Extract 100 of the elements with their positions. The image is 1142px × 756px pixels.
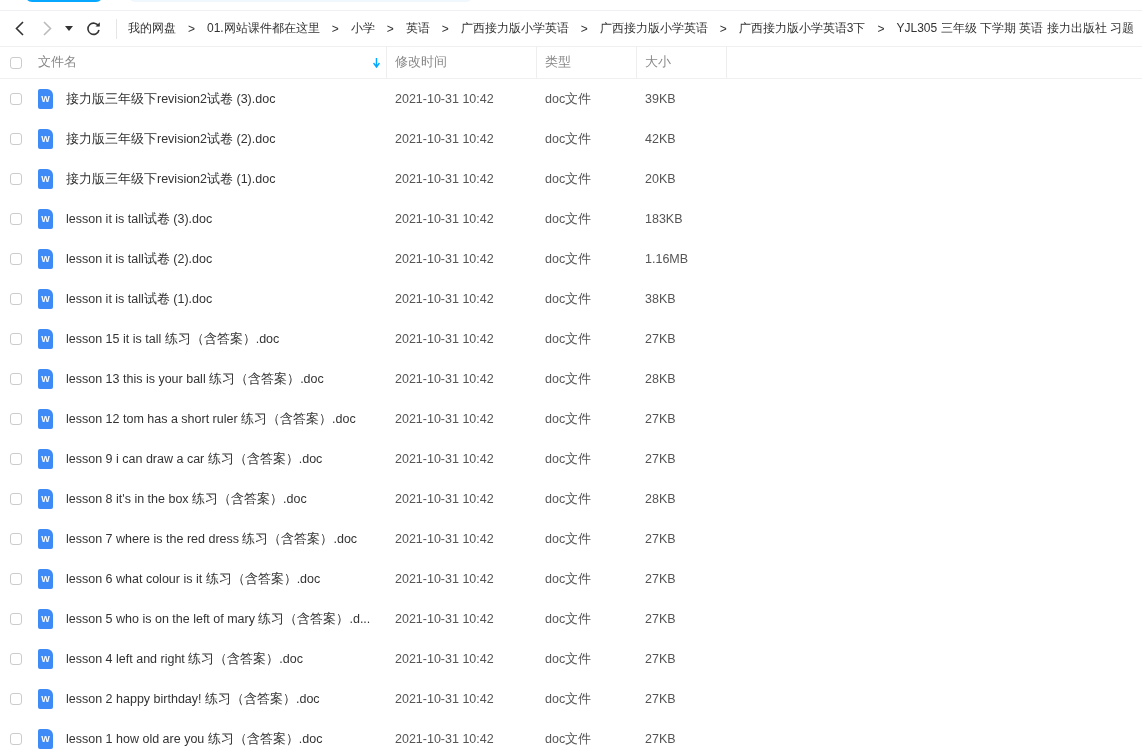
breadcrumb-link[interactable]: 广西接力版小学英语3下	[737, 20, 867, 37]
file-name[interactable]: lesson it is tall试卷 (3).doc	[66, 210, 213, 228]
row-checkbox[interactable]	[10, 573, 22, 585]
file-type: doc文件	[544, 330, 593, 348]
breadcrumb-separator: >	[580, 21, 588, 36]
row-checkbox[interactable]	[10, 373, 22, 385]
modified-time: 2021-10-31 10:42	[394, 412, 495, 426]
word-document-icon: W	[38, 529, 53, 549]
caret-icon	[65, 26, 73, 31]
column-header[interactable]: 修改时间	[387, 47, 537, 78]
breadcrumb-link[interactable]: 01.网站课件都在这里	[206, 20, 321, 37]
word-document-icon: W	[38, 609, 53, 629]
breadcrumb-link[interactable]: 我的网盘	[127, 20, 177, 37]
word-document-icon: W	[38, 129, 53, 149]
file-name[interactable]: lesson 13 this is your ball 练习（含答案）.doc	[66, 370, 324, 388]
row-checkbox[interactable]	[10, 133, 22, 145]
modified-time: 2021-10-31 10:42	[394, 132, 495, 146]
file-name[interactable]: 接力版三年级下revision2试卷 (2).doc	[66, 130, 276, 148]
word-document-icon: W	[38, 649, 53, 669]
file-name[interactable]: 接力版三年级下revision2试卷 (1).doc	[66, 170, 276, 188]
file-size: 27KB	[644, 332, 677, 346]
word-document-icon: W	[38, 329, 53, 349]
file-type: doc文件	[544, 130, 593, 148]
word-document-icon: W	[38, 569, 53, 589]
modified-time: 2021-10-31 10:42	[394, 732, 495, 746]
file-name[interactable]: lesson 15 it is tall 练习（含答案）.doc	[66, 330, 280, 348]
row-checkbox[interactable]	[10, 293, 22, 305]
breadcrumb-link[interactable]: YJL305 三年级 下学期 英语 接力出版社 习题	[895, 20, 1135, 37]
breadcrumb-separator: >	[331, 21, 339, 36]
file-name[interactable]: 接力版三年级下revision2试卷 (3).doc	[66, 90, 276, 108]
file-type: doc文件	[544, 370, 593, 388]
row-checkbox[interactable]	[10, 213, 22, 225]
word-document-icon: W	[38, 689, 53, 709]
breadcrumb-link[interactable]: 广西接力版小学英语	[459, 20, 570, 37]
file-type: doc文件	[544, 170, 593, 188]
file-name[interactable]: lesson 8 it's in the box 练习（含答案）.doc	[66, 490, 307, 508]
breadcrumb-separator: >	[719, 21, 727, 36]
column-header[interactable]: 大小	[637, 47, 727, 78]
word-document-icon: W	[38, 489, 53, 509]
file-size: 183KB	[644, 212, 684, 226]
breadcrumb-link[interactable]: 广西接力版小学英语	[598, 20, 709, 37]
modified-time: 2021-10-31 10:42	[394, 372, 495, 386]
word-document-icon: W	[38, 169, 53, 189]
file-name[interactable]: lesson it is tall试卷 (2).doc	[66, 250, 213, 268]
modified-time: 2021-10-31 10:42	[394, 332, 495, 346]
file-type: doc文件	[544, 650, 593, 668]
file-size: 28KB	[644, 492, 677, 506]
file-type: doc文件	[544, 530, 593, 548]
row-checkbox[interactable]	[10, 253, 22, 265]
word-document-icon: W	[38, 369, 53, 389]
breadcrumb-link[interactable]: 小学	[349, 20, 376, 37]
file-type: doc文件	[544, 290, 593, 308]
file-type: doc文件	[544, 690, 593, 708]
row-checkbox[interactable]	[10, 693, 22, 705]
file-type: doc文件	[544, 490, 593, 508]
file-type: doc文件	[544, 570, 593, 588]
row-checkbox[interactable]	[10, 93, 22, 105]
file-type: doc文件	[544, 90, 593, 108]
row-checkbox[interactable]	[10, 333, 22, 345]
breadcrumb-link[interactable]: 英语	[404, 20, 431, 37]
file-size: 27KB	[644, 452, 677, 466]
word-document-icon: W	[38, 89, 53, 109]
modified-time: 2021-10-31 10:42	[394, 212, 495, 226]
file-name[interactable]: lesson 7 where is the red dress 练习（含答案）.doc	[66, 530, 358, 548]
select-all-checkbox[interactable]	[10, 56, 22, 69]
word-document-icon: W	[38, 249, 53, 269]
file-type: doc文件	[544, 610, 593, 628]
word-document-icon: W	[38, 449, 53, 469]
file-name[interactable]: lesson 6 what colour is it 练习（含答案）.doc	[66, 570, 321, 588]
file-type: doc文件	[544, 250, 593, 268]
row-checkbox[interactable]	[10, 173, 22, 185]
row-checkbox[interactable]	[10, 413, 22, 425]
file-name[interactable]: lesson 1 how old are you 练习（含答案）.doc	[66, 730, 323, 748]
file-size: 20KB	[644, 172, 677, 186]
column-header[interactable]: 文件名	[38, 47, 387, 78]
file-name[interactable]: lesson 2 happy birthday! 练习（含答案）.doc	[66, 690, 320, 708]
file-name[interactable]: lesson it is tall试卷 (1).doc	[66, 290, 213, 308]
row-checkbox[interactable]	[10, 453, 22, 465]
row-checkbox[interactable]	[10, 533, 22, 545]
column-label: 类型	[545, 54, 571, 71]
file-size: 42KB	[644, 132, 677, 146]
file-type: doc文件	[544, 210, 593, 228]
file-size: 27KB	[644, 412, 677, 426]
file-size: 27KB	[644, 652, 677, 666]
row-checkbox[interactable]	[10, 653, 22, 665]
file-name[interactable]: lesson 12 tom has a short ruler 练习（含答案）.doc	[66, 410, 356, 428]
file-name[interactable]: lesson 4 left and right 练习（含答案）.doc	[66, 650, 303, 668]
file-name[interactable]: lesson 5 who is on the left of mary 练习（含答案）.d...	[66, 610, 371, 628]
row-checkbox[interactable]	[10, 613, 22, 625]
row-checkbox[interactable]	[10, 493, 22, 505]
column-label: 大小	[645, 54, 671, 71]
word-document-icon: W	[38, 409, 53, 429]
file-name[interactable]: lesson 9 i can draw a car 练习（含答案）.doc	[66, 450, 323, 468]
file-size: 39KB	[644, 92, 677, 106]
file-size: 28KB	[644, 372, 677, 386]
file-size: 27KB	[644, 572, 677, 586]
modified-time: 2021-10-31 10:42	[394, 532, 495, 546]
column-header[interactable]: 类型	[537, 47, 637, 78]
modified-time: 2021-10-31 10:42	[394, 652, 495, 666]
row-checkbox[interactable]	[10, 733, 22, 745]
